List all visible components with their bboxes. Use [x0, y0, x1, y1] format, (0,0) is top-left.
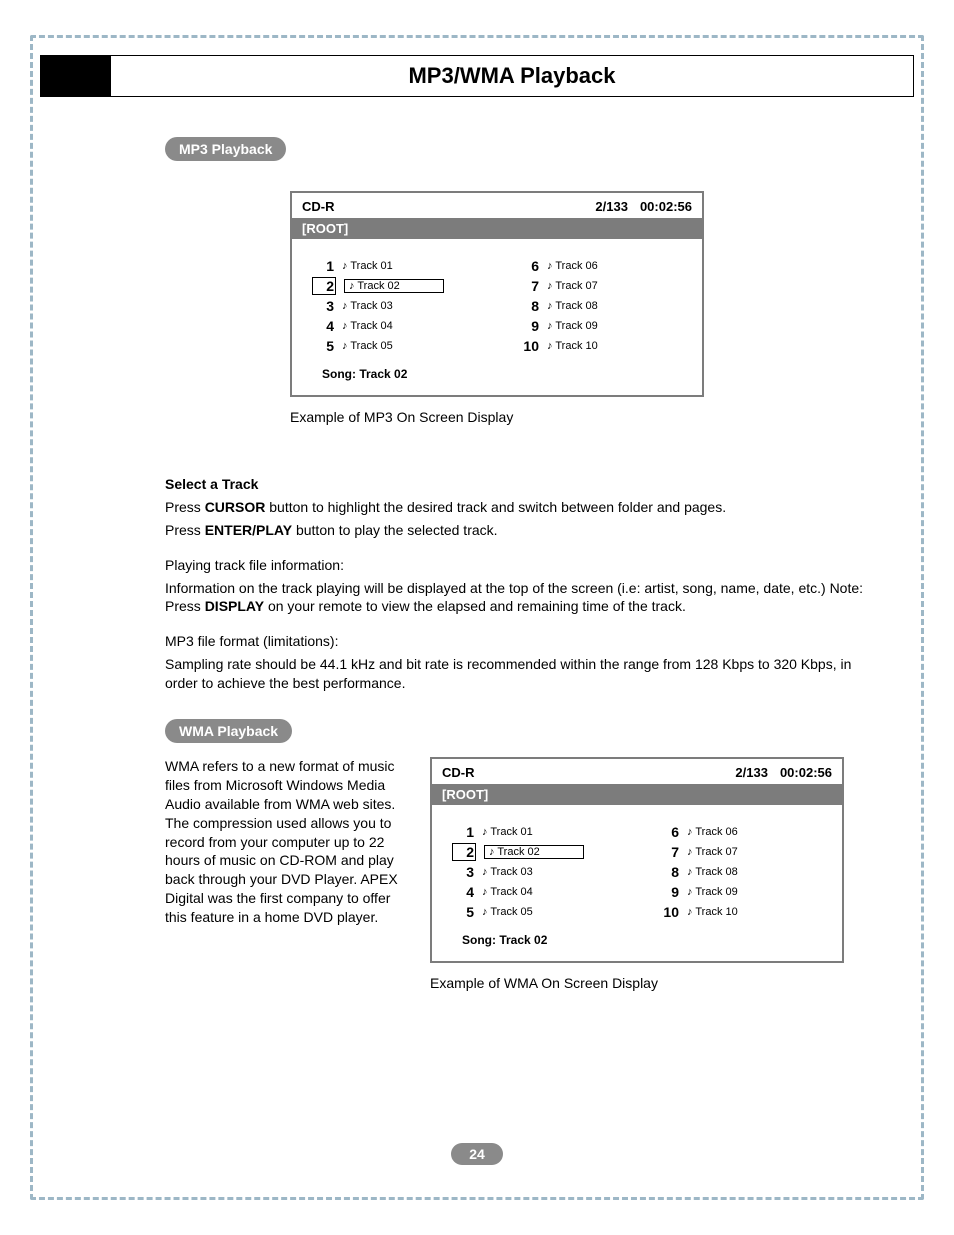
note-icon: ♪: [547, 260, 553, 272]
note-icon: ♪: [482, 886, 488, 898]
note-icon: ♪: [547, 340, 553, 352]
section-heading-wma: WMA Playback: [165, 719, 292, 743]
track-num: 4: [452, 884, 474, 900]
note-icon: ♪: [547, 300, 553, 312]
mp3-limit-text: Sampling rate should be 44.1 kHz and bit…: [165, 655, 874, 693]
note-icon: ♪: [687, 846, 693, 858]
note-icon: ♪: [482, 826, 488, 838]
title-bar: MP3/WMA Playback: [40, 55, 914, 97]
note-icon: ♪: [547, 320, 553, 332]
osd-left-column: 1 ♪ Track 01 2 ♪ Track 02 3 ♪ Track 03 4 ♪ T…: [312, 257, 477, 357]
note-icon: ♪: [687, 906, 693, 918]
osd-track-counter: 2/133: [595, 199, 628, 214]
osd-current-song: Song: Track 02: [292, 367, 702, 395]
track-num-selected: 2: [452, 843, 476, 861]
track-num: 3: [452, 864, 474, 880]
track-label-selected: ♪ Track 02: [484, 845, 584, 859]
select-track-heading: Select a Track: [165, 475, 874, 494]
track-info-heading: Playing track file information:: [165, 556, 874, 575]
note-icon: ♪: [342, 320, 348, 332]
track-num: 1: [312, 258, 334, 274]
note-icon: ♪: [482, 866, 488, 878]
track-num: 4: [312, 318, 334, 334]
track-num: 6: [517, 258, 539, 274]
note-icon: ♪: [687, 886, 693, 898]
mp3-osd: CD-R 2/133 00:02:56 [ROOT] 1 ♪ Track 01 2…: [290, 191, 704, 397]
track-label: ♪ Track 09: [687, 886, 738, 898]
track-num: 6: [657, 824, 679, 840]
track-num: 10: [517, 338, 539, 354]
note-icon: ♪: [342, 260, 348, 272]
track-label: ♪ Track 06: [687, 826, 738, 838]
track-num: 8: [657, 864, 679, 880]
track-label: ♪ Track 10: [687, 906, 738, 918]
track-label: ♪ Track 04: [342, 320, 393, 332]
wma-osd: CD-R 2/133 00:02:56 [ROOT] 1 ♪ Track 01 2…: [430, 757, 844, 963]
wma-description: WMA refers to a new format of music file…: [165, 757, 410, 991]
track-label: ♪ Track 07: [547, 280, 598, 292]
track-label: ♪ Track 05: [482, 906, 533, 918]
track-label-selected: ♪ Track 02: [344, 279, 444, 293]
track-label: ♪ Track 08: [547, 300, 598, 312]
instruction-enter: Press ENTER/PLAY button to play the sele…: [165, 521, 874, 540]
note-icon: ♪: [687, 866, 693, 878]
osd-time: 00:02:56: [640, 199, 692, 214]
osd-right-column: 6 ♪ Track 06 7 ♪ Track 07 8 ♪ Track 08 9 ♪ T…: [657, 823, 822, 923]
track-label: ♪ Track 10: [547, 340, 598, 352]
track-info-text: Information on the track playing will be…: [165, 579, 874, 617]
mp3-limit-heading: MP3 file format (limitations):: [165, 632, 874, 651]
track-label: ♪ Track 06: [547, 260, 598, 272]
track-label: ♪ Track 01: [342, 260, 393, 272]
track-num: 7: [517, 278, 539, 294]
title-black-box: [41, 56, 111, 96]
note-icon: ♪: [342, 300, 348, 312]
track-num: 9: [517, 318, 539, 334]
mp3-caption: Example of MP3 On Screen Display: [290, 409, 914, 425]
track-label: ♪ Track 08: [687, 866, 738, 878]
osd-root-folder: [ROOT]: [292, 218, 702, 239]
section-heading-mp3: MP3 Playback: [165, 137, 286, 161]
track-label: ♪ Track 09: [547, 320, 598, 332]
osd-current-song: Song: Track 02: [432, 933, 842, 961]
osd-left-column: 1 ♪ Track 01 2 ♪ Track 02 3 ♪ Track 03 4 ♪ T…: [452, 823, 617, 923]
track-label: ♪ Track 05: [342, 340, 393, 352]
track-num: 5: [312, 338, 334, 354]
note-icon: ♪: [489, 846, 495, 858]
track-label: ♪ Track 03: [482, 866, 533, 878]
track-num: 3: [312, 298, 334, 314]
track-num: 9: [657, 884, 679, 900]
note-icon: ♪: [482, 906, 488, 918]
track-num: 5: [452, 904, 474, 920]
instruction-cursor: Press CURSOR button to highlight the des…: [165, 498, 874, 517]
track-label: ♪ Track 04: [482, 886, 533, 898]
note-icon: ♪: [687, 826, 693, 838]
osd-right-column: 6 ♪ Track 06 7 ♪ Track 07 8 ♪ Track 08 9 ♪ T…: [517, 257, 682, 357]
osd-root-folder: [ROOT]: [432, 784, 842, 805]
track-num: 1: [452, 824, 474, 840]
osd-time: 00:02:56: [780, 765, 832, 780]
note-icon: ♪: [349, 280, 355, 292]
page-title: MP3/WMA Playback: [111, 56, 913, 96]
osd-disc-type: CD-R: [442, 765, 475, 780]
osd-disc-type: CD-R: [302, 199, 335, 214]
page-number: 24: [451, 1143, 503, 1165]
track-label: ♪ Track 03: [342, 300, 393, 312]
track-num: 7: [657, 844, 679, 860]
track-num: 8: [517, 298, 539, 314]
note-icon: ♪: [342, 340, 348, 352]
track-label: ♪ Track 07: [687, 846, 738, 858]
track-num: 10: [657, 904, 679, 920]
track-label: ♪ Track 01: [482, 826, 533, 838]
track-num-selected: 2: [312, 277, 336, 295]
note-icon: ♪: [547, 280, 553, 292]
wma-caption: Example of WMA On Screen Display: [430, 975, 844, 991]
osd-track-counter: 2/133: [735, 765, 768, 780]
